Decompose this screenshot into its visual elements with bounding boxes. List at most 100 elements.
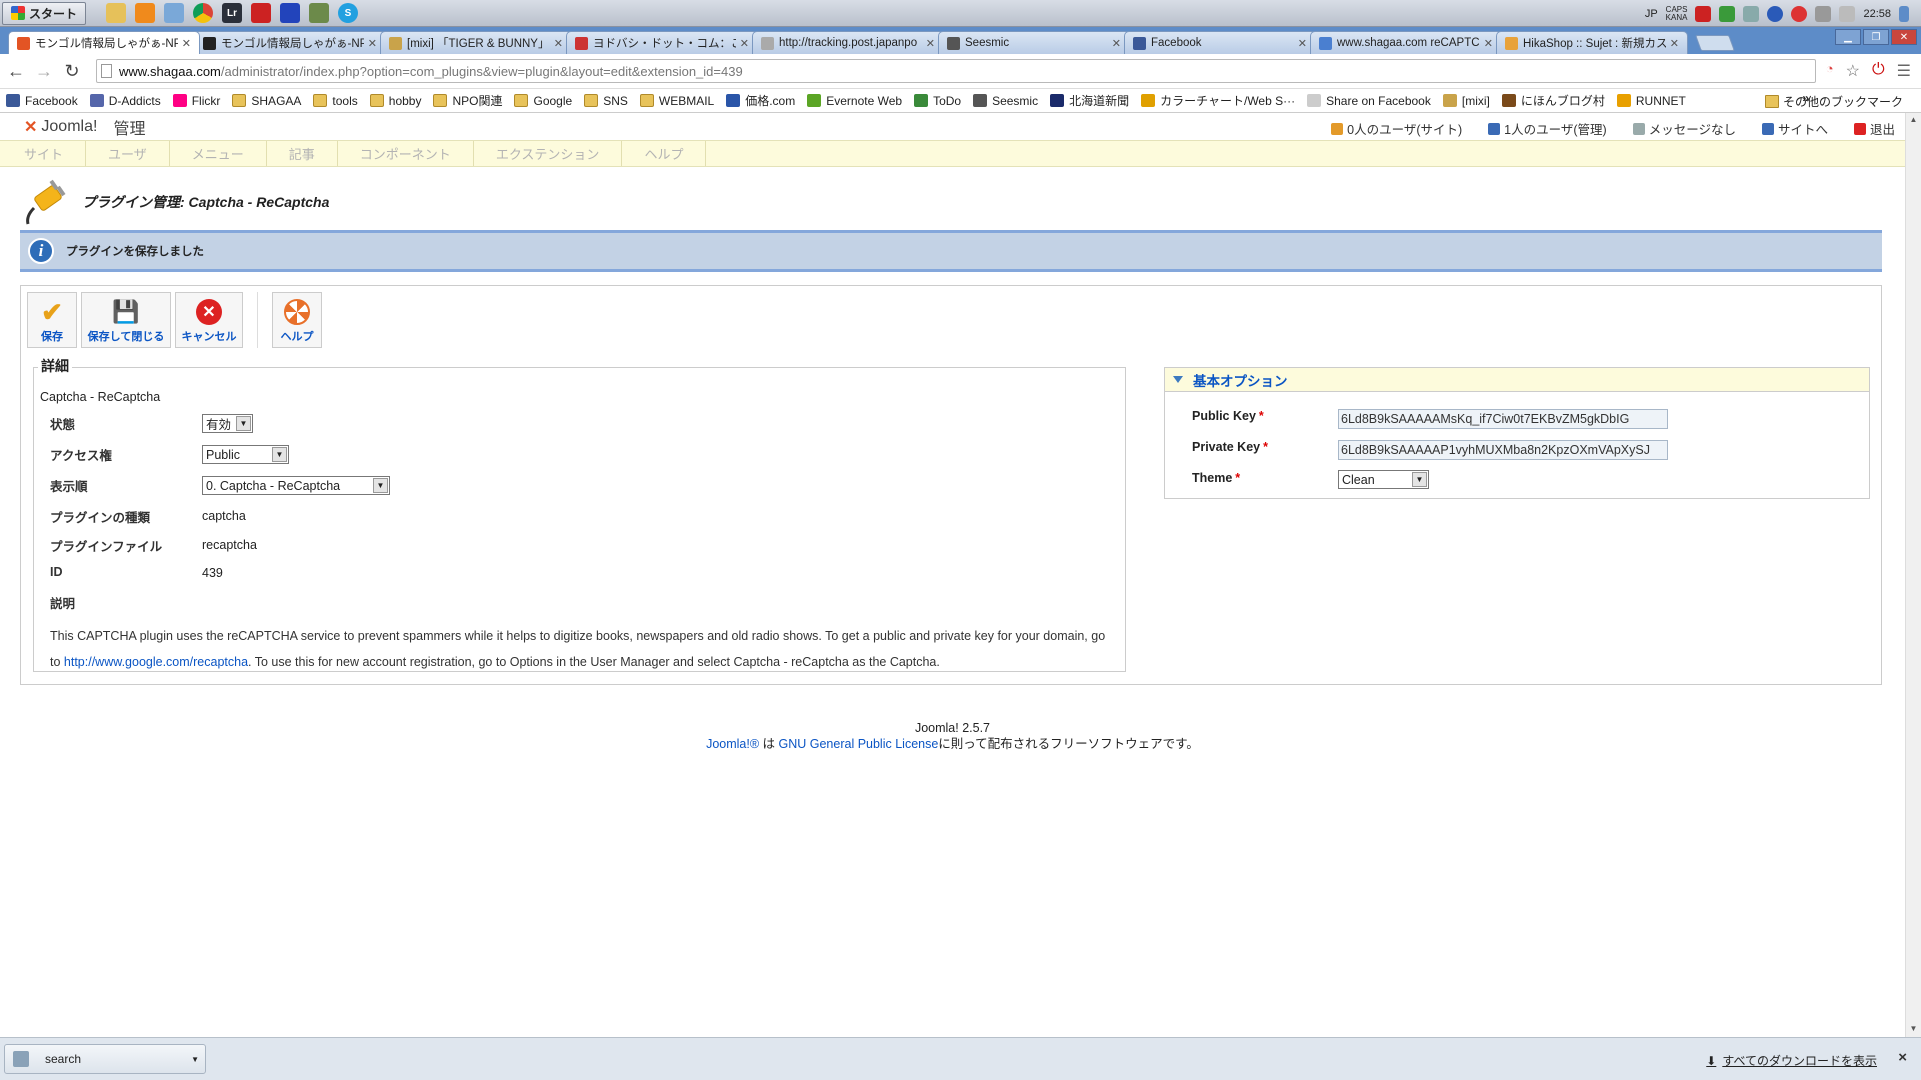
bookmark-item[interactable]: SNS: [584, 94, 628, 108]
status-item[interactable]: サイトへ: [1761, 119, 1828, 138]
bookmark-item[interactable]: 北海道新聞: [1050, 92, 1129, 109]
browser-tab[interactable]: www.shagaa.com reCAPTCH ✕: [1310, 31, 1502, 54]
translate-icon[interactable]: ◔: [1826, 61, 1834, 81]
show-all-downloads-link[interactable]: ⬇ すべてのダウンロードを表示: [1706, 1052, 1877, 1069]
bookmark-item[interactable]: Flickr: [172, 94, 220, 108]
close-tab-icon[interactable]: ✕: [1484, 37, 1493, 50]
skype-icon[interactable]: S: [338, 3, 359, 23]
tray-app-icon[interactable]: [1695, 5, 1712, 22]
close-tab-icon[interactable]: ✕: [1112, 37, 1121, 50]
start-button[interactable]: スタート: [2, 1, 87, 25]
bookmark-item[interactable]: tools: [313, 94, 358, 108]
theme-select[interactable]: Clean ▼: [1338, 470, 1429, 489]
recaptcha-link[interactable]: http://www.google.com/recaptcha: [64, 655, 248, 669]
scroll-down-icon[interactable]: ▼: [1908, 1024, 1919, 1035]
bookmark-item[interactable]: D-Addicts: [89, 94, 161, 108]
bookmark-item[interactable]: にほんブログ村: [1501, 92, 1605, 109]
bookmark-item[interactable]: Seesmic: [973, 94, 1038, 108]
restore-button[interactable]: ❐: [1863, 29, 1889, 45]
tray-app-icon[interactable]: [1743, 5, 1760, 22]
tray-app-icon[interactable]: [1719, 5, 1736, 22]
presentation-icon[interactable]: [164, 3, 185, 23]
close-window-button[interactable]: ✕: [1891, 29, 1917, 45]
volume-icon[interactable]: [1839, 5, 1856, 22]
basic-options-header[interactable]: 基本オプション: [1165, 368, 1869, 392]
close-tab-icon[interactable]: ✕: [368, 37, 377, 50]
bookmark-item[interactable]: Google: [514, 94, 572, 108]
admin-menu-item[interactable]: 記事: [267, 141, 338, 166]
joomla-link[interactable]: Joomla!®: [706, 737, 759, 751]
admin-menu-item[interactable]: サイト: [0, 141, 87, 166]
browser-tab[interactable]: Facebook ✕: [1124, 31, 1316, 54]
scroll-up-icon[interactable]: ▲: [1908, 115, 1919, 126]
tray-app-icon[interactable]: [1791, 5, 1808, 22]
bookmark-item[interactable]: 価格.com: [726, 92, 795, 109]
new-tab-button[interactable]: [1695, 35, 1735, 51]
bookmark-item[interactable]: Evernote Web: [807, 94, 902, 108]
cancel-button[interactable]: ✕ キャンセル: [175, 292, 243, 348]
browser-tab[interactable]: http://tracking.post.japanpo ✕: [752, 31, 944, 54]
chrome-icon[interactable]: [193, 3, 214, 23]
other-bookmarks[interactable]: その他のブックマーク: [1764, 93, 1903, 110]
network-icon[interactable]: [1815, 5, 1832, 22]
language-indicator[interactable]: JP: [1645, 8, 1658, 20]
browser-tab[interactable]: ヨドバシ・ドット・コム：ご注文商 ✕: [566, 31, 758, 54]
save-button[interactable]: ✔ 保存: [27, 292, 77, 348]
admin-menu-item[interactable]: ユーザ: [86, 141, 170, 166]
bookmark-item[interactable]: Share on Facebook: [1307, 94, 1431, 108]
back-icon[interactable]: ←: [2, 61, 30, 82]
bookmark-item[interactable]: ToDo: [914, 94, 961, 108]
bookmark-item[interactable]: [mixi]: [1442, 94, 1490, 108]
close-tab-icon[interactable]: ✕: [1298, 37, 1307, 50]
menu-wrench-icon[interactable]: ☰: [1897, 61, 1911, 81]
access-select[interactable]: Public ▼: [202, 445, 289, 464]
vertical-scrollbar[interactable]: ▲ ▼: [1905, 113, 1921, 1037]
adblock-icon[interactable]: ⏻: [1872, 61, 1885, 81]
minimize-button[interactable]: ▁: [1835, 29, 1861, 45]
bookmark-item[interactable]: SHAGAA: [232, 94, 301, 108]
public-key-input[interactable]: 6Ld8B9kSAAAAAMsKq_if7Ciw0t7EKBvZM5gkDbIG: [1338, 409, 1668, 429]
app-blue-icon[interactable]: [280, 3, 301, 23]
bookmark-item[interactable]: NPO関連: [433, 92, 502, 109]
admin-menu-item[interactable]: ヘルプ: [622, 141, 707, 166]
admin-menu-item[interactable]: コンポーネント: [338, 141, 474, 166]
ime-indicator[interactable]: CAPS KANA: [1666, 5, 1688, 22]
bookmark-item[interactable]: hobby: [369, 94, 421, 108]
url-bar[interactable]: www.shagaa.com/administrator/index.php?o…: [96, 59, 1816, 83]
close-download-shelf-button[interactable]: ×: [1898, 1049, 1907, 1066]
status-select[interactable]: 有効 ▼: [202, 414, 253, 433]
clock[interactable]: 22:58: [1863, 8, 1891, 20]
browser-tab[interactable]: Seesmic ✕: [938, 31, 1130, 54]
bookmark-item[interactable]: Facebook: [6, 94, 78, 108]
bookmark-item[interactable]: カラーチャート/Web S···: [1141, 92, 1295, 109]
bookmark-item[interactable]: WEBMAIL: [639, 94, 714, 108]
media-player-icon[interactable]: [135, 3, 156, 23]
close-tab-icon[interactable]: ✕: [926, 37, 935, 50]
bookmark-star-icon[interactable]: ☆: [1846, 61, 1860, 81]
admin-menu-item[interactable]: メニュー: [170, 141, 267, 166]
lightroom-icon[interactable]: Lr: [222, 3, 243, 23]
tray-app-icon[interactable]: [1767, 5, 1784, 22]
help-button[interactable]: ヘルプ: [272, 292, 322, 348]
gpl-link[interactable]: GNU General Public License: [779, 737, 939, 751]
bookmark-item[interactable]: RUNNET: [1616, 94, 1686, 108]
close-tab-icon[interactable]: ✕: [740, 37, 749, 50]
save-and-close-button[interactable]: 💾 保存して閉じる: [81, 292, 171, 348]
close-tab-icon[interactable]: ✕: [182, 37, 191, 50]
close-tab-icon[interactable]: ✕: [1670, 37, 1679, 50]
admin-menu-item[interactable]: エクステンション: [474, 141, 623, 166]
browser-tab[interactable]: モンゴル情報局しゃがぁ-NPO ✕: [194, 31, 386, 54]
private-key-input[interactable]: 6Ld8B9kSAAAAAP1vyhMUXMba8n2KpzOXmVApXySJ: [1338, 440, 1668, 460]
forward-icon[interactable]: →: [30, 61, 58, 82]
show-desktop-icon[interactable]: [1899, 5, 1909, 22]
pdf-icon[interactable]: [251, 3, 272, 23]
joomla-logo[interactable]: ✕ Joomla! 管理: [24, 115, 145, 139]
chevron-down-icon[interactable]: ▼: [191, 1055, 199, 1064]
browser-tab[interactable]: HikaShop :: Sujet : 新規カス ✕: [1496, 31, 1688, 54]
close-tab-icon[interactable]: ✕: [554, 37, 563, 50]
status-item[interactable]: 退出: [1853, 119, 1895, 138]
browser-tab[interactable]: [mixi] 「TIGER & BUNNY」 ✕: [380, 31, 572, 54]
ordering-select[interactable]: 0. Captcha - ReCaptcha ▼: [202, 476, 390, 495]
explorer-icon[interactable]: [106, 3, 127, 23]
reload-icon[interactable]: ↻: [58, 61, 86, 82]
